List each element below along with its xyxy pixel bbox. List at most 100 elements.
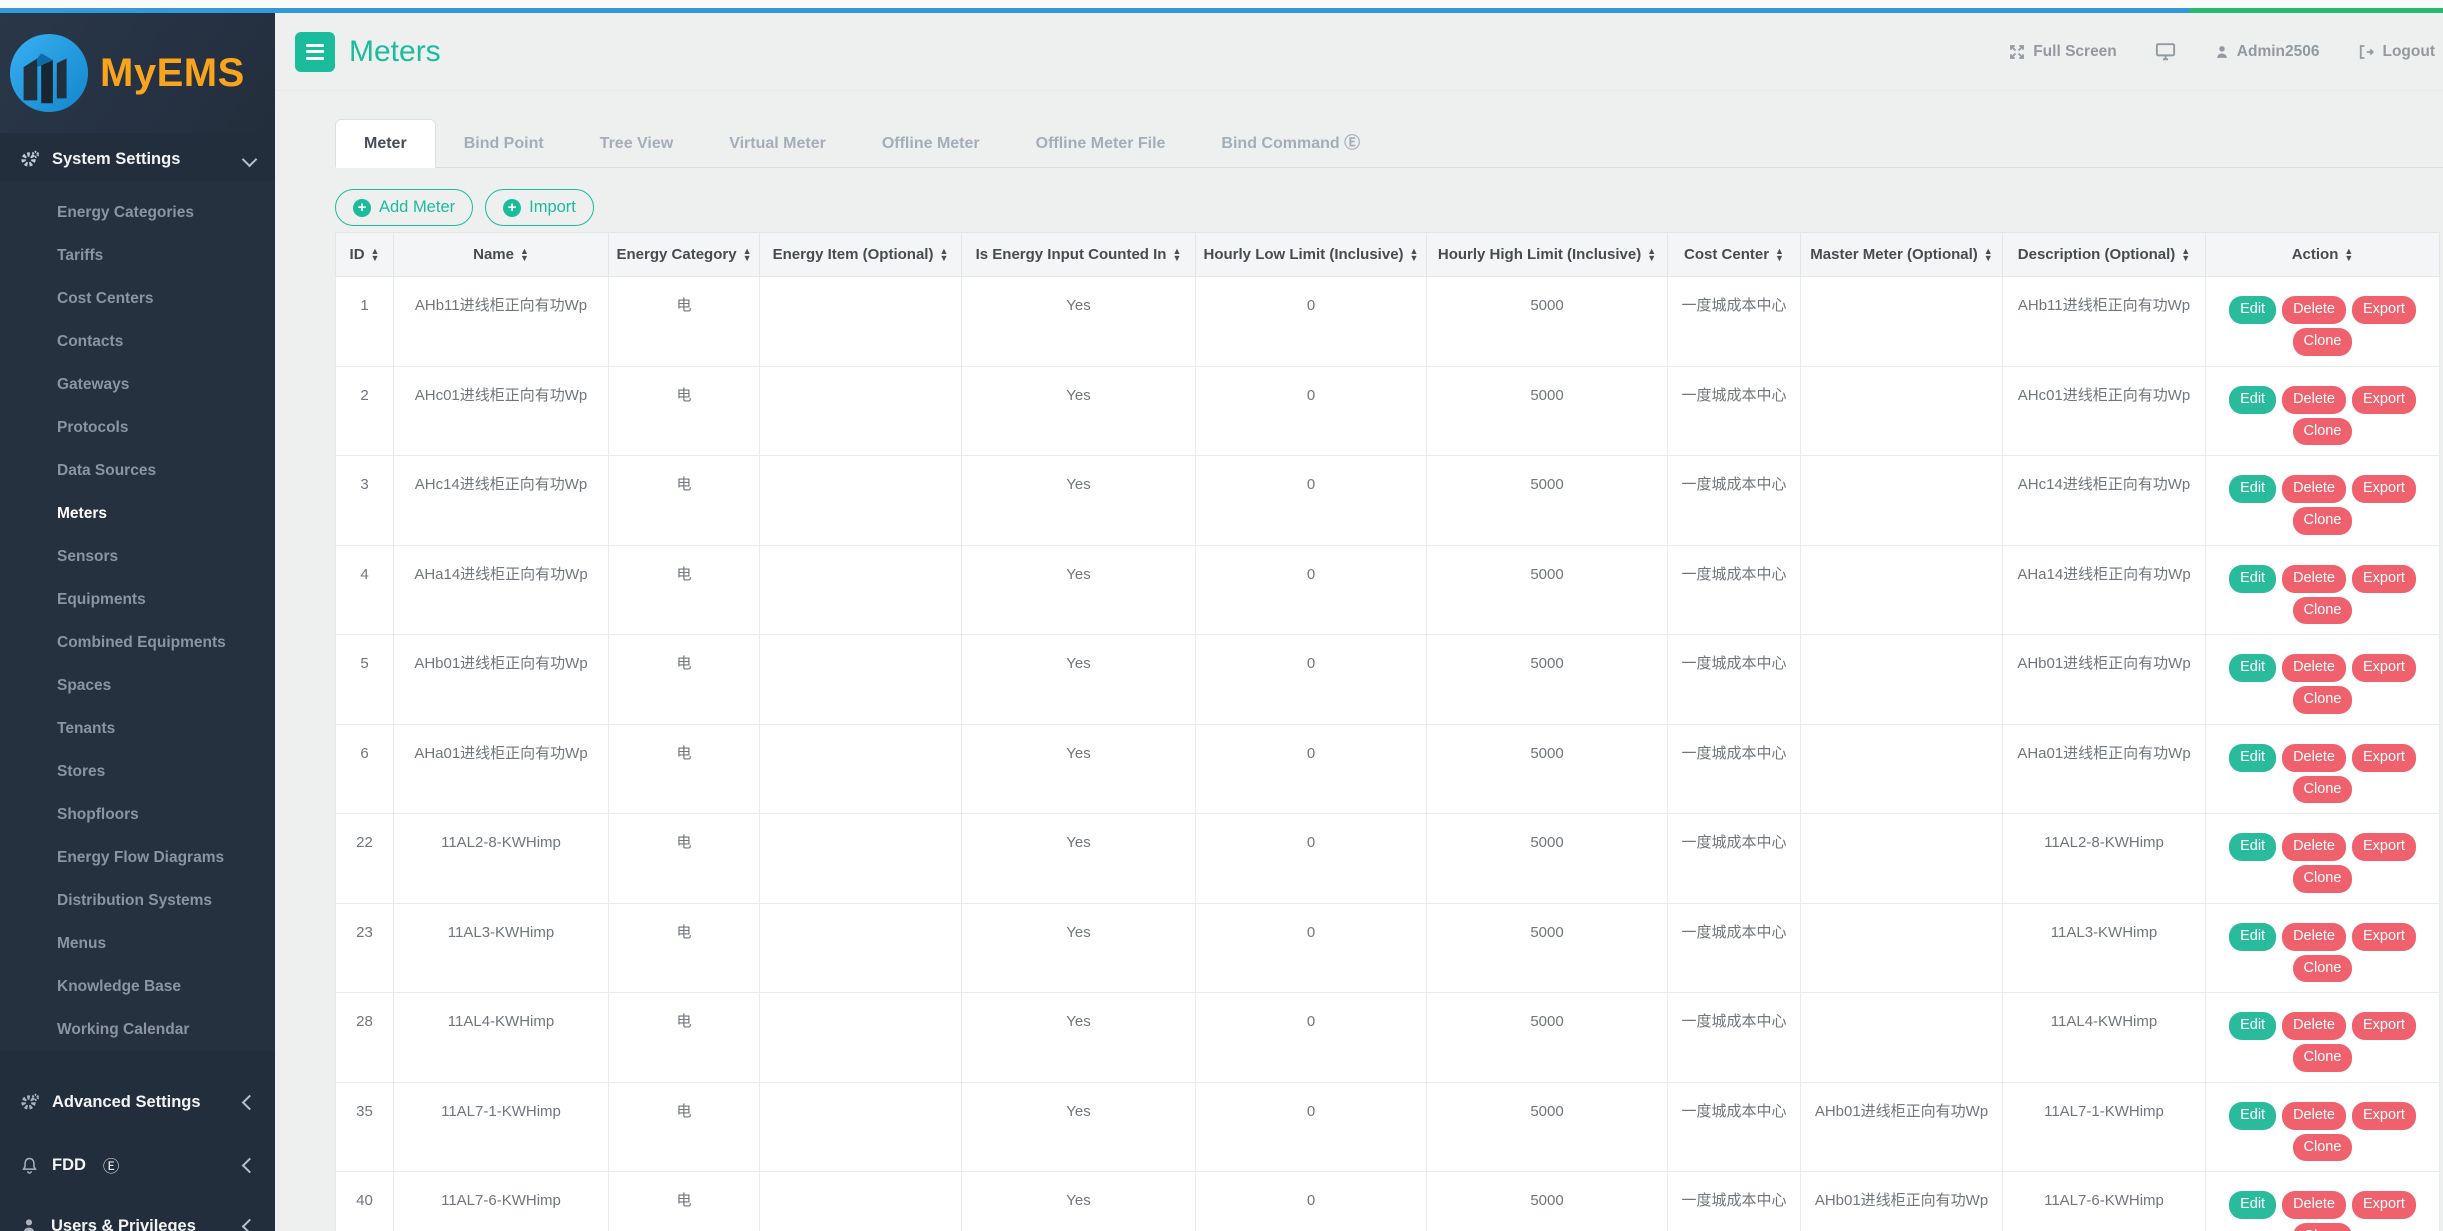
column-header-cost-center[interactable]: Cost Center▲▼: [1668, 233, 1801, 277]
sidebar-item-cost-centers[interactable]: Cost Centers: [0, 277, 275, 320]
clone-button[interactable]: Clone: [2293, 686, 2353, 714]
meter-id-cell: 2: [336, 366, 394, 456]
sort-icon: ▲▼: [743, 248, 752, 262]
edit-button[interactable]: Edit: [2229, 923, 2276, 951]
logout-button[interactable]: Logout: [2357, 43, 2435, 61]
edit-button[interactable]: Edit: [2229, 475, 2276, 503]
sidebar-item-combined-equipments[interactable]: Combined Equipments: [0, 621, 275, 664]
sidebar-item-protocols[interactable]: Protocols: [0, 406, 275, 449]
tab-offline-meter-file[interactable]: Offline Meter File: [1008, 120, 1194, 167]
sidebar-item-knowledge-base[interactable]: Knowledge Base: [0, 965, 275, 1008]
hourly-low-limit-cell: 0: [1196, 1172, 1427, 1231]
sidebar-item-contacts[interactable]: Contacts: [0, 320, 275, 363]
clone-button[interactable]: Clone: [2293, 507, 2353, 535]
brand-logo[interactable]: MyEMS: [0, 13, 275, 133]
clone-button[interactable]: Clone: [2293, 1223, 2353, 1231]
export-button[interactable]: Export: [2352, 565, 2416, 593]
delete-button[interactable]: Delete: [2282, 565, 2346, 593]
edit-button[interactable]: Edit: [2229, 1102, 2276, 1130]
sidebar-item-gateways[interactable]: Gateways: [0, 363, 275, 406]
clone-button[interactable]: Clone: [2293, 418, 2353, 446]
sidebar-section-users-privileges[interactable]: Users & Privileges: [0, 1204, 275, 1231]
sidebar-item-tariffs[interactable]: Tariffs: [0, 234, 275, 277]
sidebar-item-data-sources[interactable]: Data Sources: [0, 449, 275, 492]
sidebar-item-energy-categories[interactable]: Energy Categories: [0, 191, 275, 234]
delete-button[interactable]: Delete: [2282, 744, 2346, 772]
delete-button[interactable]: Delete: [2282, 475, 2346, 503]
tab-meter[interactable]: Meter: [335, 119, 436, 168]
column-header-energy-category[interactable]: Energy Category▲▼: [609, 233, 760, 277]
export-button[interactable]: Export: [2352, 744, 2416, 772]
delete-button[interactable]: Delete: [2282, 296, 2346, 324]
export-button[interactable]: Export: [2352, 296, 2416, 324]
tab-bind-command[interactable]: Bind Command Ⓔ: [1193, 120, 1388, 167]
sidebar-item-stores[interactable]: Stores: [0, 750, 275, 793]
column-header-id[interactable]: ID▲▼: [336, 233, 394, 277]
edit-button[interactable]: Edit: [2229, 386, 2276, 414]
sidebar-item-menus[interactable]: Menus: [0, 922, 275, 965]
sidebar-item-working-calendar[interactable]: Working Calendar: [0, 1008, 275, 1051]
sidebar-item-spaces[interactable]: Spaces: [0, 664, 275, 707]
delete-button[interactable]: Delete: [2282, 923, 2346, 951]
edit-button[interactable]: Edit: [2229, 833, 2276, 861]
sidebar-item-shopfloors[interactable]: Shopfloors: [0, 793, 275, 836]
edit-button[interactable]: Edit: [2229, 1191, 2276, 1219]
clone-button[interactable]: Clone: [2293, 1044, 2353, 1072]
display-mode-button[interactable]: [2155, 42, 2176, 61]
export-button[interactable]: Export: [2352, 1191, 2416, 1219]
sidebar-section-advanced-settings[interactable]: Advanced Settings: [0, 1080, 275, 1124]
meter-id-cell: 23: [336, 903, 394, 993]
edit-button[interactable]: Edit: [2229, 654, 2276, 682]
export-button[interactable]: Export: [2352, 833, 2416, 861]
export-button[interactable]: Export: [2352, 654, 2416, 682]
edit-button[interactable]: Edit: [2229, 565, 2276, 593]
delete-button[interactable]: Delete: [2282, 1102, 2346, 1130]
clone-button[interactable]: Clone: [2293, 955, 2353, 983]
column-header-master-meter-optional[interactable]: Master Meter (Optional)▲▼: [1801, 233, 2003, 277]
import-button[interactable]: + Import: [485, 189, 594, 226]
clone-button[interactable]: Clone: [2293, 865, 2353, 893]
sidebar-item-distribution-systems[interactable]: Distribution Systems: [0, 879, 275, 922]
column-header-hourly-high-limit-inclusive[interactable]: Hourly High Limit (Inclusive)▲▼: [1427, 233, 1668, 277]
edit-button[interactable]: Edit: [2229, 1012, 2276, 1040]
column-header-name[interactable]: Name▲▼: [394, 233, 609, 277]
clone-button[interactable]: Clone: [2293, 597, 2353, 625]
tab-offline-meter[interactable]: Offline Meter: [854, 120, 1008, 167]
export-button[interactable]: Export: [2352, 1102, 2416, 1130]
export-button[interactable]: Export: [2352, 475, 2416, 503]
sidebar-item-meters[interactable]: Meters: [0, 492, 275, 535]
user-menu[interactable]: Admin2506: [2214, 43, 2320, 61]
is-counted-in-cell: Yes: [962, 993, 1196, 1083]
column-header-action[interactable]: Action▲▼: [2206, 233, 2440, 277]
sidebar-item-energy-flow-diagrams[interactable]: Energy Flow Diagrams: [0, 836, 275, 879]
sidebar-section-system-settings[interactable]: System Settings: [0, 137, 275, 181]
tab-tree-view[interactable]: Tree View: [572, 120, 702, 167]
export-button[interactable]: Export: [2352, 923, 2416, 951]
export-button[interactable]: Export: [2352, 1012, 2416, 1040]
full-screen-button[interactable]: Full Screen: [2008, 43, 2117, 61]
edit-button[interactable]: Edit: [2229, 744, 2276, 772]
sidebar-item-tenants[interactable]: Tenants: [0, 707, 275, 750]
sidebar-item-equipments[interactable]: Equipments: [0, 578, 275, 621]
column-header-hourly-low-limit-inclusive[interactable]: Hourly Low Limit (Inclusive)▲▼: [1196, 233, 1427, 277]
sidebar-toggle-button[interactable]: [295, 32, 335, 72]
sidebar-item-sensors[interactable]: Sensors: [0, 535, 275, 578]
column-header-energy-item-optional[interactable]: Energy Item (Optional)▲▼: [760, 233, 962, 277]
add-meter-button[interactable]: + Add Meter: [335, 189, 473, 226]
column-header-description-optional[interactable]: Description (Optional)▲▼: [2003, 233, 2206, 277]
delete-button[interactable]: Delete: [2282, 833, 2346, 861]
delete-button[interactable]: Delete: [2282, 1191, 2346, 1219]
export-button[interactable]: Export: [2352, 386, 2416, 414]
delete-button[interactable]: Delete: [2282, 654, 2346, 682]
edit-button[interactable]: Edit: [2229, 296, 2276, 324]
delete-button[interactable]: Delete: [2282, 386, 2346, 414]
clone-button[interactable]: Clone: [2293, 328, 2353, 356]
delete-button[interactable]: Delete: [2282, 1012, 2346, 1040]
section-label: FDD: [52, 1156, 86, 1175]
clone-button[interactable]: Clone: [2293, 776, 2353, 804]
tab-virtual-meter[interactable]: Virtual Meter: [701, 120, 854, 167]
tab-bind-point[interactable]: Bind Point: [436, 120, 572, 167]
clone-button[interactable]: Clone: [2293, 1134, 2353, 1162]
column-header-is-energy-input-counted-in[interactable]: Is Energy Input Counted In▲▼: [962, 233, 1196, 277]
sidebar-section-fdd[interactable]: FDD Ⓔ: [0, 1143, 275, 1187]
